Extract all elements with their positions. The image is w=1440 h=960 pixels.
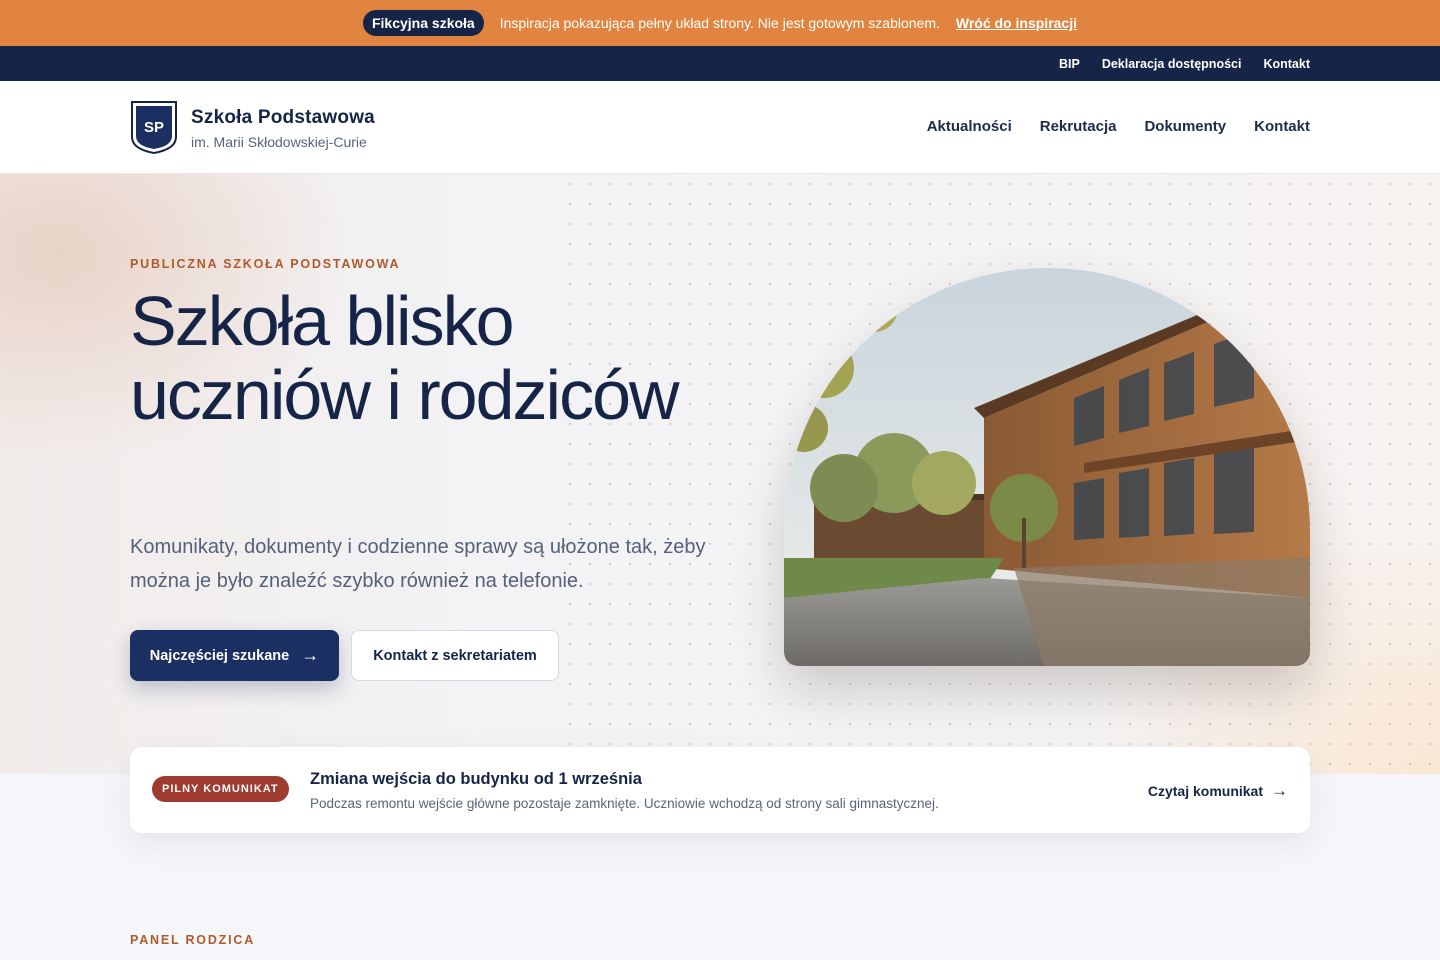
arrow-right-icon: → [301, 645, 320, 665]
nav-item-contact[interactable]: Kontakt [1254, 118, 1310, 135]
hero-section: PUBLICZNA SZKOŁA PODSTAWOWA Szkoła blisk… [0, 174, 1440, 774]
urgent-badge: PILNY KOMUNIKAT [152, 776, 289, 802]
most-searched-label: Najczęściej szukane [149, 647, 290, 664]
nav-item-documents[interactable]: Dokumenty [1144, 118, 1226, 135]
back-to-inspiration-link[interactable]: Wróć do inspiracji [956, 15, 1077, 31]
promo-badge: Fikcyjna szkoła [362, 10, 484, 36]
read-notice-link[interactable]: Czytaj komunikat → [1148, 781, 1288, 801]
notice-title: Zmiana wejścia do budynku od 1 września [310, 770, 642, 788]
school-logo-icon[interactable]: SP [129, 99, 179, 155]
utility-link-contact[interactable]: Kontakt [1263, 57, 1310, 71]
promo-text: Inspiracja pokazująca pełny układ strony… [499, 15, 940, 31]
utility-link-accessibility[interactable]: Deklaracja dostępności [1102, 57, 1242, 71]
urgent-notice-card: PILNY KOMUNIKAT Zmiana wejścia do budynk… [130, 747, 1310, 833]
hero-lead: Komunikaty, dokumenty i codzienne sprawy… [130, 536, 706, 592]
parent-panel-eyebrow: PANEL RODZICA [130, 933, 256, 947]
main-nav: Aktualności Rekrutacja Dokumenty Kontakt [927, 118, 1310, 135]
arrow-right-icon: → [1271, 781, 1288, 800]
school-name[interactable]: Szkoła Podstawowa [191, 107, 375, 129]
nav-item-news[interactable]: Aktualności [927, 118, 1012, 135]
promo-bar: Fikcyjna szkoła Inspiracja pokazująca pe… [0, 0, 1440, 46]
hero-eyebrow: PUBLICZNA SZKOŁA PODSTAWOWA [130, 257, 401, 271]
logo-text: SP [144, 119, 164, 136]
utility-link-bip[interactable]: BIP [1059, 57, 1080, 71]
school-patron: im. Marii Skłodowskiej-Curie [191, 134, 367, 150]
contact-secretariat-button[interactable]: Kontakt z sekretariatem [351, 630, 559, 681]
site-header: SP Szkoła Podstawowa im. Marii Skłodowsk… [0, 81, 1440, 174]
read-notice-label: Czytaj komunikat [1147, 783, 1263, 799]
most-searched-button[interactable]: Najczęściej szukane → [130, 630, 339, 681]
utility-bar: BIP Deklaracja dostępności Kontakt [0, 46, 1440, 81]
notice-text: Podczas remontu wejście główne pozostaje… [310, 796, 939, 811]
hero-title: Szkoła blisko uczniów i rodziców [130, 282, 680, 434]
nav-item-recruitment[interactable]: Rekrutacja [1040, 118, 1117, 135]
